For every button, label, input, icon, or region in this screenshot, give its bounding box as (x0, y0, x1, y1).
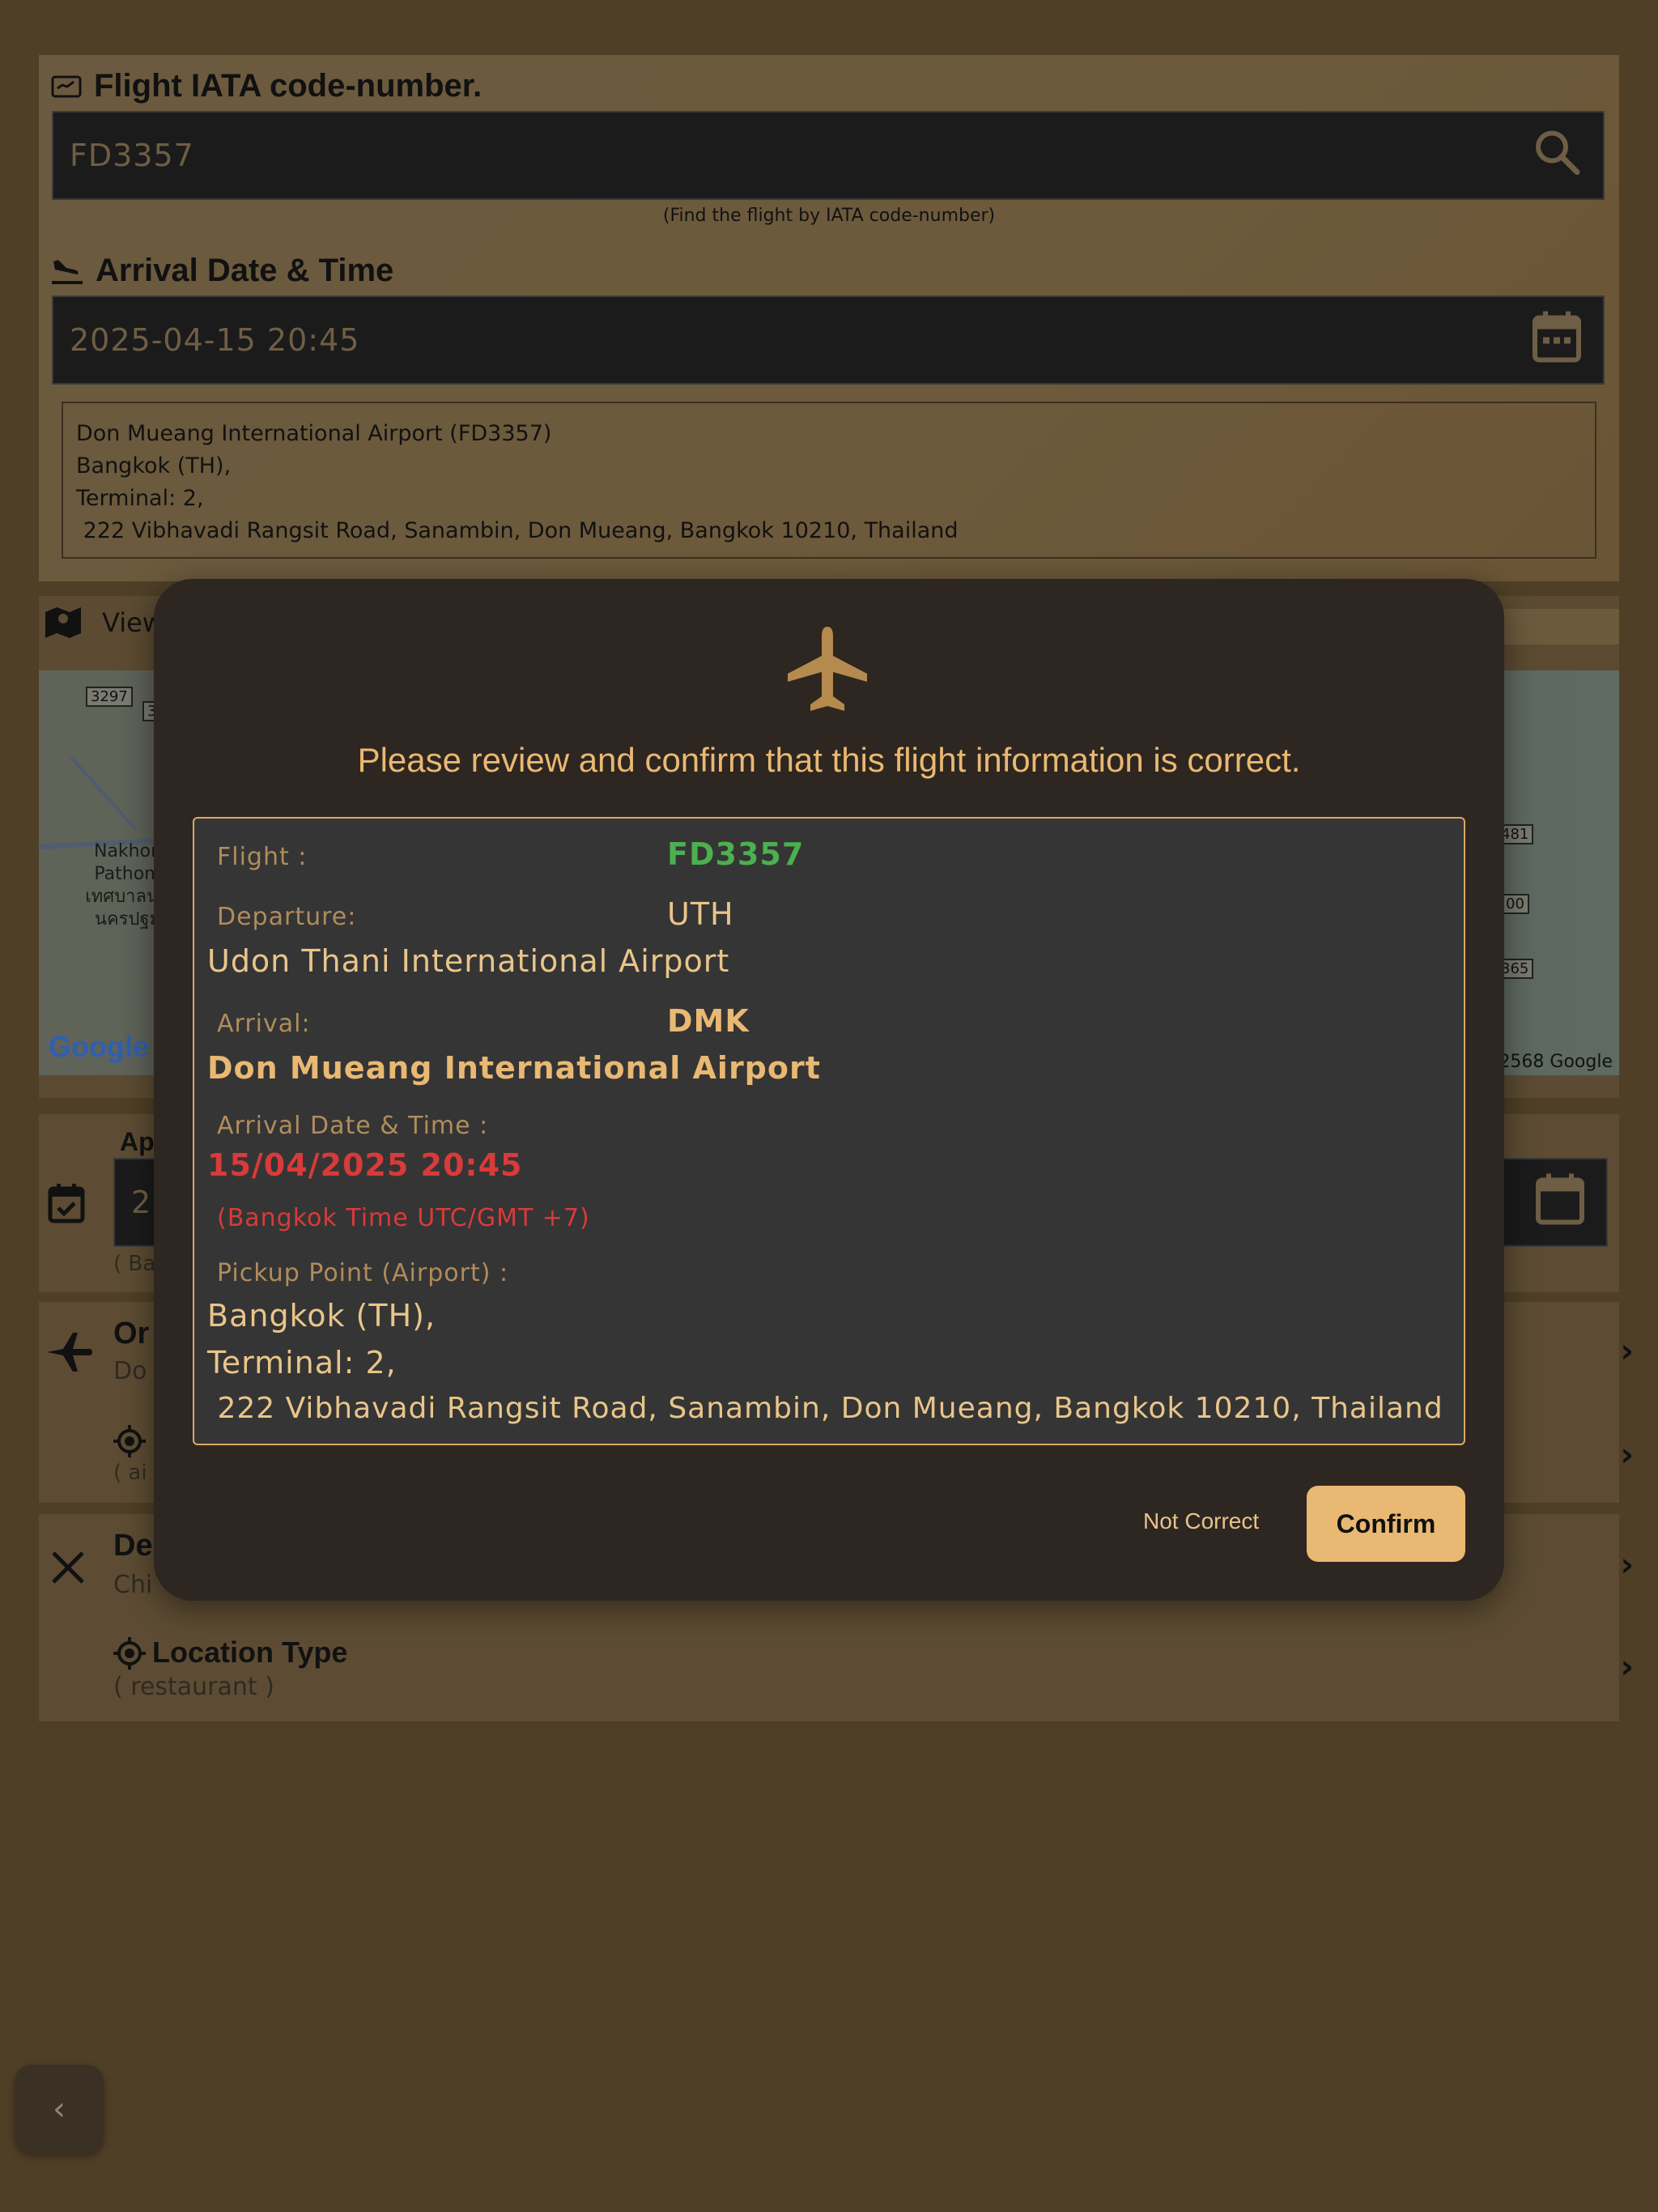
arrival-datetime-label: Arrival Date & Time : (217, 1112, 489, 1140)
chevron-right-icon[interactable]: › (1621, 1648, 1634, 1686)
timezone-note: (Bangkok Time UTC/GMT +7) (217, 1204, 590, 1232)
destination-title: De (113, 1529, 153, 1563)
confirm-flight-dialog: Please review and confirm that this flig… (154, 579, 1504, 1601)
pickup-line-3: 222 Vibhavadi Rangsit Road, Sanambin, Do… (207, 1392, 1443, 1425)
flight-code-label: Flight IATA code-number. (50, 68, 482, 104)
map-road-shield: 3297 (86, 687, 133, 707)
confirm-button[interactable]: Confirm (1307, 1486, 1465, 1562)
flight-code-input[interactable]: FD3357 (52, 111, 1605, 200)
map-copyright: 2568 Google (1499, 1052, 1613, 1072)
airplane-icon (45, 1328, 94, 1380)
map-view-header[interactable]: View (44, 606, 164, 640)
calendar-icon[interactable] (1535, 1172, 1585, 1233)
pickup-label: Pickup Point (Airport) : (217, 1259, 509, 1287)
arrival-code: DMK (667, 1003, 750, 1039)
dialog-title: Please review and confirm that this flig… (357, 741, 1301, 779)
search-icon[interactable] (1532, 127, 1582, 185)
map-road (70, 756, 138, 831)
flight-info-box: Flight : FD3357 Departure: UTH Udon Than… (193, 817, 1465, 1445)
flight-value: FD3357 (667, 836, 805, 872)
departure-code: UTH (667, 896, 734, 932)
departure-label: Departure: (217, 903, 357, 931)
pickup-line-1: Bangkok (TH), (207, 1298, 436, 1334)
flight-land-icon (52, 259, 83, 284)
flight-label: Flight : (217, 843, 308, 871)
chevron-right-icon[interactable]: › (1621, 1333, 1634, 1370)
map-icon (45, 607, 81, 638)
back-button[interactable]: ‹ (15, 2065, 104, 2154)
target-icon (113, 1425, 146, 1461)
airport-address-box: Don Mueang International Airport (FD3357… (62, 402, 1596, 559)
map-road-shield: 00 (1501, 894, 1529, 914)
location-type-sub: ( restaurant ) (113, 1673, 274, 1701)
arrival-name: Don Mueang International Airport (207, 1050, 821, 1086)
destination-sub: Chi (113, 1571, 153, 1599)
restaurant-icon (50, 1550, 86, 1589)
event-available-icon (47, 1182, 86, 1227)
chevron-right-icon[interactable]: › (1621, 1436, 1634, 1474)
appointment-label: Ap (120, 1127, 155, 1156)
arrival-label: Arrival: (217, 1010, 311, 1038)
target-icon (113, 1637, 146, 1673)
origin-location-sub: ( ai (113, 1461, 147, 1485)
pickup-line-2: Terminal: 2, (207, 1345, 397, 1380)
arrival-datetime-value: 15/04/2025 20:45 (207, 1147, 523, 1183)
arrival-datetime-input[interactable]: 2025-04-15 20:45 (52, 296, 1605, 385)
ticket-icon (51, 75, 82, 97)
chevron-left-icon: ‹ (53, 2091, 66, 2128)
flight-code-helper: (Find the flight by IATA code-number) (662, 206, 996, 226)
location-type-title: Location Type (152, 1636, 348, 1669)
appointment-sub: ( Ba (113, 1252, 156, 1276)
not-correct-button[interactable]: Not Correct (1143, 1508, 1259, 1534)
airplane-icon (783, 623, 872, 717)
google-logo: Google (49, 1030, 149, 1063)
departure-name: Udon Thani International Airport (207, 943, 730, 979)
calendar-icon[interactable] (1532, 310, 1582, 371)
origin-title: Or (113, 1317, 150, 1351)
chevron-right-icon[interactable]: › (1621, 1546, 1634, 1584)
arrival-datetime-label: Arrival Date & Time (50, 253, 393, 289)
origin-sub: Do (113, 1357, 147, 1385)
